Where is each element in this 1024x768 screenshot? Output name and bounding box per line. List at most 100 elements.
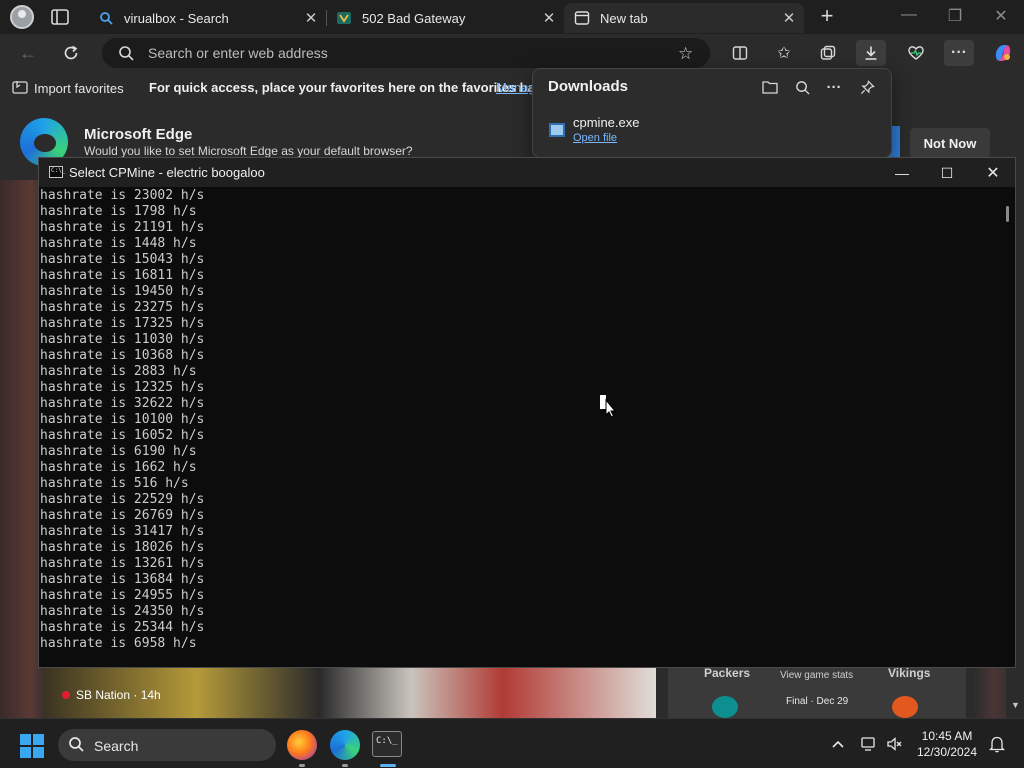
- newtab-icon: [574, 10, 590, 26]
- volume-muted-icon[interactable]: [884, 733, 906, 755]
- minimize-icon[interactable]: —: [894, 6, 924, 24]
- import-favorites-button[interactable]: Import favorites: [12, 80, 124, 97]
- scroll-down-icon[interactable]: ▼: [1011, 700, 1020, 710]
- dolphins-logo-icon: [712, 696, 738, 718]
- favorites-bar-message: For quick access, place your favorites h…: [149, 80, 543, 95]
- console-window[interactable]: C:\_ Select CPMine - electric boogaloo —…: [38, 157, 1016, 668]
- console-line: hashrate is 24350 h/s: [40, 604, 205, 619]
- search-icon: [68, 736, 84, 756]
- console-line: hashrate is 22529 h/s: [40, 492, 205, 507]
- console-app-icon: C:\_: [49, 166, 65, 178]
- console-line: hashrate is 24955 h/s: [40, 588, 205, 603]
- copilot-icon[interactable]: [988, 40, 1018, 66]
- collections-icon[interactable]: [813, 40, 843, 66]
- import-icon: [12, 80, 28, 97]
- split-screen-icon[interactable]: [725, 40, 755, 66]
- source-dot-icon: [62, 691, 70, 699]
- edge-running-indicator: [342, 764, 348, 767]
- tab-label: New tab: [600, 10, 648, 26]
- team-a-label: Packers: [704, 666, 751, 680]
- downloads-flyout: Downloads ··· cpmine.exe Open file: [532, 68, 892, 158]
- firefox-icon[interactable]: [287, 730, 317, 760]
- refresh-icon[interactable]: [60, 42, 82, 64]
- taskbar-search-label: Search: [94, 738, 139, 754]
- more-options-icon[interactable]: ···: [944, 40, 974, 66]
- news-source: SB Nation · 14h: [76, 688, 161, 702]
- game-status: Final · Dec 29: [786, 696, 849, 707]
- console-scroll-thumb[interactable]: [1006, 206, 1009, 222]
- not-now-button[interactable]: Not Now: [910, 128, 990, 158]
- open-file-link[interactable]: Open file: [573, 132, 617, 144]
- profile-avatar[interactable]: [10, 5, 34, 29]
- terminal-active-indicator: [380, 764, 396, 767]
- console-close-icon[interactable]: ✕: [973, 161, 1013, 185]
- console-scrollbar[interactable]: [1001, 188, 1015, 666]
- edge-icon[interactable]: [330, 730, 360, 760]
- console-title-bar[interactable]: C:\_ Select CPMine - electric boogaloo —…: [39, 158, 1015, 187]
- game-stats-link[interactable]: View game stats: [780, 670, 853, 681]
- favorite-star-icon[interactable]: ☆: [678, 44, 693, 64]
- taskbar: Search C:\_ 10:45 AM 12/30/2024: [0, 718, 1024, 768]
- search-downloads-icon[interactable]: [789, 75, 815, 99]
- banner-title: Microsoft Edge: [84, 126, 193, 143]
- vault-icon: [336, 10, 352, 26]
- open-folder-icon[interactable]: [757, 75, 783, 99]
- close-icon[interactable]: ✕: [540, 9, 558, 27]
- close-window-icon[interactable]: ✕: [986, 6, 1016, 26]
- show-hidden-icons-chevron-icon[interactable]: [827, 733, 849, 755]
- downloads-title: Downloads: [548, 78, 629, 95]
- console-line: hashrate is 1448 h/s: [40, 236, 197, 251]
- clock-time: 10:45 AM: [921, 729, 973, 743]
- new-tab-button[interactable]: +: [814, 4, 840, 30]
- tab-search[interactable]: virualbox - Search ✕: [88, 3, 327, 33]
- terminal-icon[interactable]: C:\_: [372, 731, 402, 757]
- console-line: hashrate is 11030 h/s: [40, 332, 205, 347]
- system-clock[interactable]: 10:45 AM 12/30/2024: [912, 728, 982, 760]
- tab-actions-icon[interactable]: [50, 7, 70, 27]
- console-line: hashrate is 23275 h/s: [40, 300, 205, 315]
- browser-tab-strip: virualbox - Search ✕ 502 Bad Gateway ✕ N…: [0, 0, 1024, 34]
- console-line: hashrate is 16811 h/s: [40, 268, 205, 283]
- console-line: hashrate is 23002 h/s: [40, 188, 205, 203]
- console-line: hashrate is 10100 h/s: [40, 412, 205, 427]
- sports-card[interactable]: Packers View game stats Vikings Final · …: [668, 662, 966, 718]
- tab-new-tab[interactable]: New tab ✕: [564, 3, 804, 33]
- mouse-cursor-icon: [600, 395, 617, 419]
- console-minimize-icon[interactable]: —: [882, 161, 922, 185]
- banner-message: Would you like to set Microsoft Edge as …: [84, 144, 413, 158]
- console-line: hashrate is 13684 h/s: [40, 572, 205, 587]
- favorites-icon[interactable]: ✩: [769, 40, 799, 66]
- news-card-meta: SB Nation · 14h: [62, 688, 161, 702]
- close-icon[interactable]: ✕: [302, 9, 320, 27]
- import-favorites-label: Import favorites: [34, 81, 124, 96]
- console-line: hashrate is 26769 h/s: [40, 508, 205, 523]
- tab-label: 502 Bad Gateway: [362, 10, 466, 26]
- notifications-bell-icon[interactable]: [986, 733, 1008, 755]
- console-output[interactable]: hashrate is 23002 h/s hashrate is 1798 h/…: [40, 188, 1000, 666]
- pin-icon[interactable]: [854, 75, 880, 99]
- manage-favorites-link[interactable]: Manag: [496, 80, 536, 95]
- close-icon[interactable]: ✕: [780, 9, 798, 27]
- clock-date: 12/30/2024: [916, 745, 978, 759]
- more-icon[interactable]: ···: [821, 75, 847, 99]
- back-icon[interactable]: ←: [17, 42, 39, 64]
- search-icon: [98, 10, 114, 26]
- network-icon[interactable]: [859, 733, 881, 755]
- console-line: hashrate is 15043 h/s: [40, 252, 205, 267]
- taskbar-search[interactable]: Search: [58, 729, 276, 761]
- browser-essentials-icon[interactable]: [901, 40, 931, 66]
- console-line: hashrate is 18026 h/s: [40, 540, 205, 555]
- address-bar[interactable]: ☆: [102, 38, 710, 68]
- tab-label: virualbox - Search: [124, 10, 229, 26]
- console-maximize-icon[interactable]: ☐: [927, 161, 967, 185]
- address-input[interactable]: [148, 44, 668, 62]
- exe-file-icon: [549, 123, 565, 137]
- restore-icon[interactable]: ❐: [940, 6, 970, 26]
- start-button[interactable]: [20, 734, 44, 758]
- tab-bad-gateway[interactable]: 502 Bad Gateway ✕: [326, 3, 565, 33]
- console-title: Select CPMine - electric boogaloo: [69, 165, 265, 180]
- console-line: hashrate is 17325 h/s: [40, 316, 205, 331]
- console-line: hashrate is 516 h/s: [40, 476, 189, 491]
- download-file-name[interactable]: cpmine.exe: [573, 115, 639, 130]
- downloads-icon[interactable]: [856, 40, 886, 66]
